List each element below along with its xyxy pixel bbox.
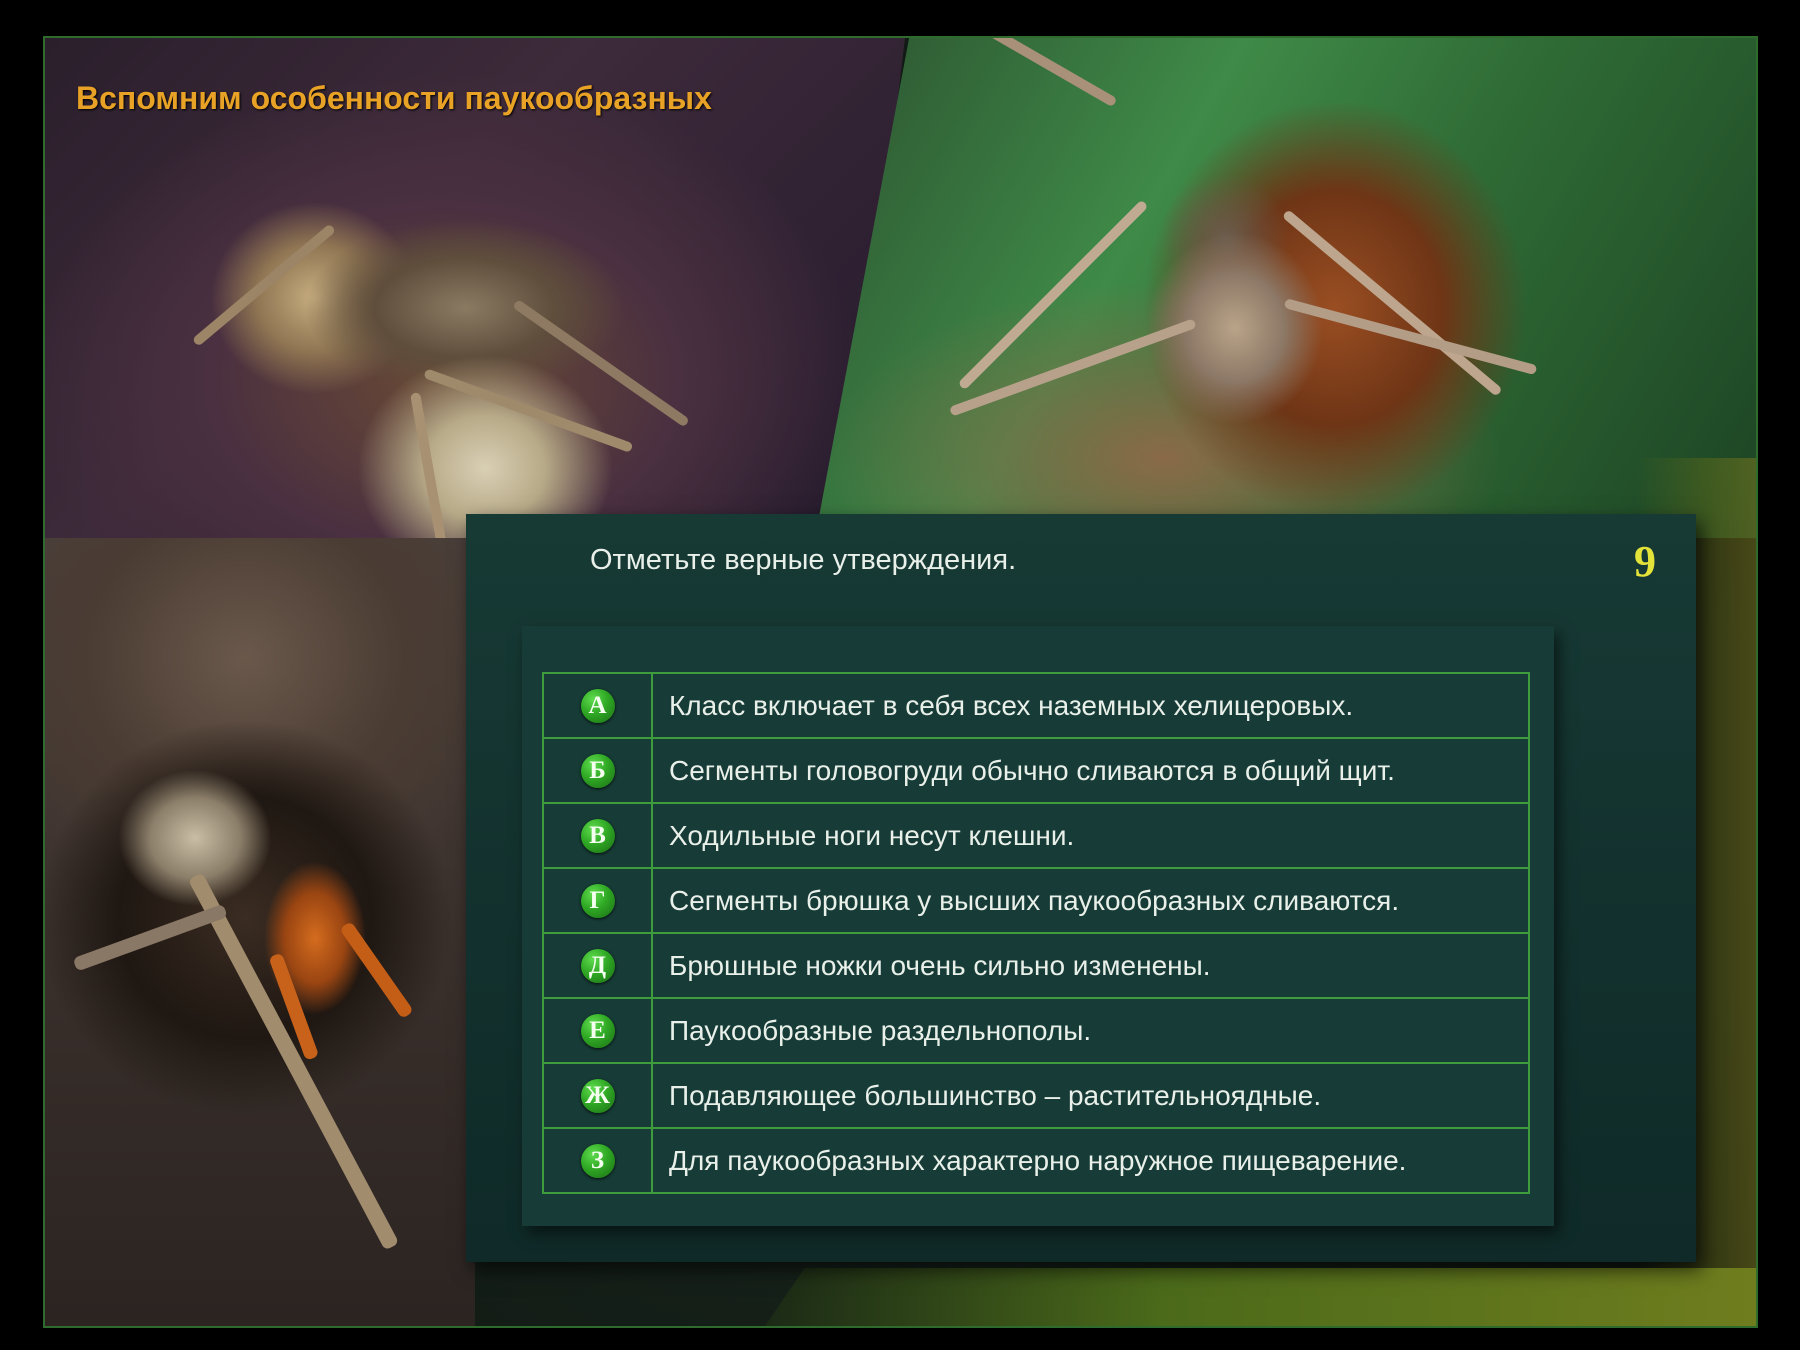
question-number: 9	[1634, 537, 1656, 586]
bottom-decor-band	[765, 1268, 1756, 1326]
question-text: Отметьте верные утверждения.	[590, 544, 1017, 576]
option-row-b[interactable]: Б Сегменты головогруди обычно сливаются …	[542, 737, 1530, 804]
option-text[interactable]: Для паукообразных характерно наружное пи…	[651, 1127, 1530, 1194]
option-letter-badge[interactable]: Г	[580, 883, 615, 918]
option-letter-badge[interactable]: В	[580, 818, 615, 853]
option-text[interactable]: Сегменты брюшка у высших паукообразных с…	[651, 867, 1530, 934]
spider-burrow-photo	[45, 538, 475, 1326]
option-text[interactable]: Сегменты головогруди обычно сливаются в …	[651, 737, 1530, 804]
option-letter-badge[interactable]: Д	[580, 948, 615, 983]
option-row-g[interactable]: Г Сегменты брюшка у высших паукообразных…	[542, 867, 1530, 934]
option-text[interactable]: Подавляющее большинство – растительноядн…	[651, 1062, 1530, 1129]
options-panel: А Класс включает в себя всех наземных хе…	[522, 626, 1554, 1226]
slide-title: Вспомним особенности паукообразных	[76, 80, 712, 116]
option-letter-badge[interactable]: Ж	[580, 1078, 615, 1113]
option-text[interactable]: Ходильные ноги несут клешни.	[651, 802, 1530, 869]
question-panel: Отметьте верные утверждения. 9 А Класс в…	[466, 514, 1696, 1262]
option-row-z[interactable]: З Для паукообразных характерно наружное …	[542, 1127, 1530, 1194]
option-text[interactable]: Класс включает в себя всех наземных хели…	[651, 672, 1530, 739]
option-row-a[interactable]: А Класс включает в себя всех наземных хе…	[542, 672, 1530, 739]
option-text[interactable]: Брюшные ножки очень сильно изменены.	[651, 932, 1530, 999]
option-row-e[interactable]: Е Паукообразные раздельнополы.	[542, 997, 1530, 1064]
option-letter-badge[interactable]: З	[580, 1143, 615, 1178]
option-letter-badge[interactable]: Е	[580, 1013, 615, 1048]
option-row-zh[interactable]: Ж Подавляющее большинство – растительноя…	[542, 1062, 1530, 1129]
option-letter-badge[interactable]: А	[580, 688, 615, 723]
option-text[interactable]: Паукообразные раздельнополы.	[651, 997, 1530, 1064]
option-row-v[interactable]: В Ходильные ноги несут клешни.	[542, 802, 1530, 869]
option-row-d[interactable]: Д Брюшные ножки очень сильно изменены.	[542, 932, 1530, 999]
option-letter-badge[interactable]: Б	[580, 753, 615, 788]
options-table: А Класс включает в себя всех наземных хе…	[542, 672, 1530, 1194]
wolf-spider-leaf-photo	[815, 38, 1756, 538]
